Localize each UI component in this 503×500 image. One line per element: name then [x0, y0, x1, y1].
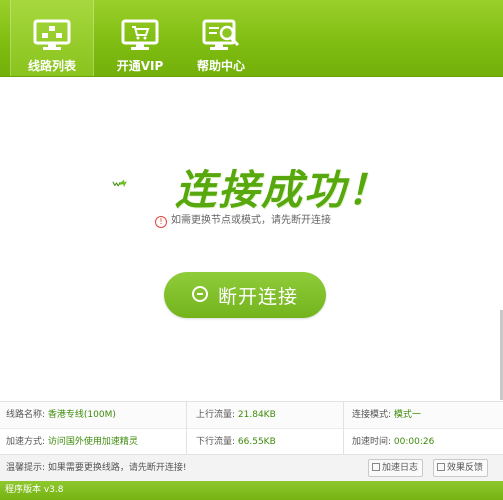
upload-value: 21.84KB: [237, 410, 276, 420]
version-text: 程序版本 v3.8: [5, 485, 64, 495]
monitor-icon: [33, 19, 71, 50]
tab-route-list-label: 线路列表: [27, 59, 76, 73]
download-cell: 下行流量: 66.55KB: [196, 429, 276, 455]
feedback-button[interactable]: 效果反馈: [433, 459, 489, 477]
top-nav-bar: 线路列表 开通VIP 帮助中心: [0, 0, 503, 77]
tab-help-center-label: 帮助中心: [196, 59, 245, 73]
tab-open-vip-label: 开通VIP: [116, 59, 164, 73]
tab-route-list[interactable]: 线路列表: [10, 0, 94, 77]
column-divider: [343, 401, 344, 454]
accel-time-cell: 加速时间: 00:00:26: [352, 429, 434, 455]
upload-label: 上行流量:: [196, 410, 236, 420]
connection-info-table: 线路名称: 香港专线(100M) 上行流量: 21.84KB 连接模式: 模式一…: [0, 401, 503, 455]
info-row: 加速方式: 访问国外使用加速精灵 下行流量: 66.55KB 加速时间: 00:…: [0, 429, 503, 455]
log-icon: [372, 463, 380, 471]
accel-log-label: 加速日志: [382, 463, 419, 473]
connection-success-heading: 连接成功！: [175, 166, 390, 214]
hint-text: 温馨提示: 如果需要更换线路，请先断开连接!: [6, 463, 187, 473]
mode-cell: 连接模式: 模式一: [352, 402, 421, 428]
success-arrow-logo: [112, 179, 127, 188]
upload-cell: 上行流量: 21.84KB: [196, 402, 276, 428]
cart-icon: [121, 19, 159, 50]
column-divider: [186, 401, 187, 454]
feedback-icon: [437, 463, 445, 471]
feedback-label: 效果反馈: [447, 463, 484, 473]
help-search-icon: [202, 19, 240, 50]
line-name-label: 线路名称:: [6, 410, 46, 420]
accel-method-cell: 加速方式: 访问国外使用加速精灵: [6, 429, 138, 455]
tab-open-vip[interactable]: 开通VIP: [98, 0, 182, 77]
change-node-tip: ! 如需更换节点或模式，请先断开连接: [155, 211, 331, 228]
download-label: 下行流量:: [196, 437, 236, 447]
accel-method-label: 加速方式:: [6, 437, 46, 447]
download-value: 66.55KB: [237, 437, 276, 447]
disconnect-button-label: 断开连接: [218, 286, 299, 308]
disconnect-button[interactable]: 断开连接: [164, 272, 326, 318]
tab-help-center[interactable]: 帮助中心: [179, 0, 263, 77]
status-bar: 程序版本 v3.8: [0, 481, 503, 500]
line-name-value: 香港专线(100M): [47, 410, 116, 420]
mode-label: 连接模式:: [352, 410, 392, 420]
mode-value: 模式一: [393, 410, 421, 420]
accel-log-button[interactable]: 加速日志: [368, 459, 424, 477]
accel-time-value: 00:00:26: [393, 437, 435, 447]
change-node-tip-text: 如需更换节点或模式，请先断开连接: [171, 215, 331, 226]
accel-time-label: 加速时间:: [352, 437, 392, 447]
minus-circle-icon: [192, 286, 208, 302]
warning-icon: !: [155, 216, 167, 228]
info-row: 线路名称: 香港专线(100M) 上行流量: 21.84KB 连接模式: 模式一: [0, 402, 503, 429]
line-name-cell: 线路名称: 香港专线(100M): [6, 402, 116, 428]
accel-method-value: 访问国外使用加速精灵: [47, 437, 138, 447]
hint-bar: 温馨提示: 如果需要更换线路，请先断开连接! 加速日志 效果反馈: [0, 454, 503, 481]
